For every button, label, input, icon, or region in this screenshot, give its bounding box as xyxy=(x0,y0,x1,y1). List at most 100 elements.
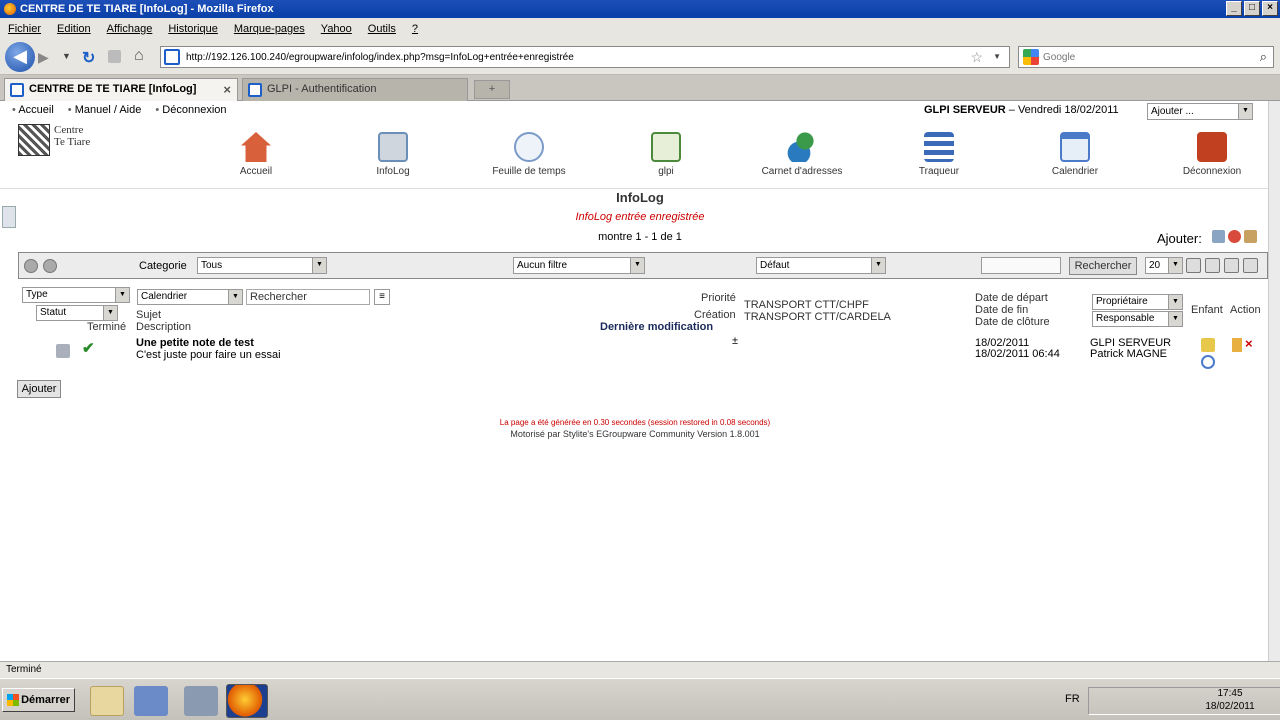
link-deconnexion[interactable]: Déconnexion xyxy=(155,104,226,116)
menu-historique[interactable]: Historique xyxy=(168,23,218,35)
search-button[interactable]: Rechercher xyxy=(1069,257,1137,275)
divider xyxy=(0,188,1280,189)
app-feuille-de-temps[interactable]: Feuille de temps xyxy=(474,132,584,177)
status-bar: Terminé xyxy=(0,661,1280,678)
add-select[interactable]: Ajouter ... ▼ xyxy=(1147,103,1253,120)
explorer-icon[interactable] xyxy=(90,686,124,716)
delete-icon[interactable]: × xyxy=(1245,337,1259,351)
search-input[interactable] xyxy=(1043,51,1243,63)
priority-header[interactable]: Priorité xyxy=(701,292,736,304)
add-child-icon[interactable] xyxy=(1201,338,1215,352)
stop-button[interactable] xyxy=(108,50,121,63)
filter-select[interactable]: Aucun filtre ▼ xyxy=(513,257,645,274)
menu-help[interactable]: ? xyxy=(412,23,418,35)
firefox-task-icon[interactable] xyxy=(226,684,268,718)
app-glpi[interactable]: glpi xyxy=(611,132,721,177)
app-traqueur[interactable]: Traqueur xyxy=(884,132,994,177)
calendar-select[interactable]: Calendrier ▼ xyxy=(137,289,243,305)
add-phone-icon[interactable] xyxy=(1228,230,1241,243)
close-date-header[interactable]: Date de clôture xyxy=(975,316,1050,328)
add-note-icon[interactable] xyxy=(1212,230,1225,243)
header-search-input[interactable]: Rechercher xyxy=(246,289,370,305)
description-header[interactable]: Description xyxy=(136,321,191,333)
default-select[interactable]: Défaut ▼ xyxy=(756,257,886,274)
timesheet-row-icon[interactable] xyxy=(1201,355,1215,369)
menu-affichage[interactable]: Affichage xyxy=(107,23,153,35)
tab-infolog[interactable]: CENTRE DE TE TIARE [InfoLog] × xyxy=(4,78,238,101)
export-icon[interactable] xyxy=(1224,258,1239,273)
chevron-down-icon: ▼ xyxy=(228,290,242,304)
menu-outils[interactable]: Outils xyxy=(368,23,396,35)
minimize-button[interactable]: _ xyxy=(1226,1,1242,16)
navigation-toolbar: ◀ ▶ ▼ ↻ ⌂ ☆ ▼ ⌕ xyxy=(0,39,1280,75)
addressbook-icon xyxy=(787,132,817,162)
clock[interactable]: 17:45 18/02/2011 xyxy=(1200,687,1260,713)
chevron-down-icon: ▼ xyxy=(871,258,885,273)
add-task-icon[interactable] xyxy=(1244,230,1257,243)
bookmark-star-icon[interactable]: ☆ xyxy=(970,49,983,66)
app-deconnexion[interactable]: Déconnexion xyxy=(1157,132,1267,177)
menu-fichier[interactable]: Fichier xyxy=(8,23,41,35)
link-accueil[interactable]: Accueil xyxy=(12,104,53,116)
reload-button[interactable]: ↻ xyxy=(82,48,95,68)
tab-glpi[interactable]: GLPI - Authentification xyxy=(242,78,468,101)
language-indicator[interactable]: FR xyxy=(1065,693,1080,705)
filter-search-input[interactable] xyxy=(981,257,1061,274)
previous-icon[interactable] xyxy=(1186,258,1201,273)
maximize-button[interactable]: □ xyxy=(1244,1,1260,16)
refresh-icon[interactable] xyxy=(24,259,38,273)
print-icon[interactable] xyxy=(1243,258,1258,273)
start-button[interactable]: Démarrer xyxy=(2,688,75,712)
edit-icon[interactable] xyxy=(1232,338,1242,352)
done-check-icon[interactable]: ✔ xyxy=(82,339,95,357)
address-bar[interactable]: ☆ ▼ xyxy=(160,46,1010,68)
app-carnet-adresses[interactable]: Carnet d'adresses xyxy=(747,132,857,177)
type-select[interactable]: Type ▼ xyxy=(22,287,130,303)
add-label: Ajouter: xyxy=(1157,231,1202,246)
note-type-icon xyxy=(56,344,70,358)
scrollbar[interactable] xyxy=(1268,101,1280,661)
search-icon[interactable]: ⌕ xyxy=(1260,49,1267,65)
owner-select[interactable]: Propriétaire ▼ xyxy=(1092,294,1183,310)
new-tab-button[interactable]: + xyxy=(474,80,510,99)
app-calendrier[interactable]: Calendrier xyxy=(1020,132,1130,177)
start-date-header[interactable]: Date de départ xyxy=(975,292,1048,304)
last-modified-header[interactable]: Dernière modification xyxy=(600,321,713,333)
forward-button[interactable]: ▶ xyxy=(38,49,49,66)
row-title[interactable]: Une petite note de test xyxy=(136,337,254,349)
chevron-down-icon: ▼ xyxy=(1168,312,1182,326)
menu-marque-pages[interactable]: Marque-pages xyxy=(234,23,305,35)
home-button[interactable]: ⌂ xyxy=(134,47,144,65)
network-tool-icon[interactable] xyxy=(184,686,218,716)
menu-yahoo[interactable]: Yahoo xyxy=(321,23,352,35)
back-button[interactable]: ◀ xyxy=(5,42,35,72)
google-icon[interactable] xyxy=(1023,49,1039,65)
responsible-select[interactable]: Responsable ▼ xyxy=(1092,311,1183,327)
category-select[interactable]: Tous ▼ xyxy=(197,257,327,274)
creation-header[interactable]: Création xyxy=(694,309,736,321)
view-icon[interactable] xyxy=(43,259,57,273)
app-accueil[interactable]: Accueil xyxy=(201,132,311,177)
subject-header[interactable]: Sujet xyxy=(136,309,161,321)
search-go-button[interactable]: ≡ xyxy=(374,289,390,305)
end-date-header[interactable]: Date de fin xyxy=(975,304,1028,316)
category-label: Categorie xyxy=(139,260,187,272)
page-size-select[interactable]: 20 ▼ xyxy=(1145,257,1183,274)
history-dropdown-icon[interactable]: ▼ xyxy=(62,51,71,61)
chevron-down-icon: ▼ xyxy=(312,258,326,273)
next-icon[interactable] xyxy=(1205,258,1220,273)
status-select[interactable]: Statut ▼ xyxy=(36,305,118,321)
link-manuel-aide[interactable]: Manuel / Aide xyxy=(68,104,142,116)
close-tab-icon[interactable]: × xyxy=(223,79,231,100)
url-dropdown-icon[interactable]: ▼ xyxy=(993,52,1001,61)
row-responsible: Patrick MAGNE xyxy=(1090,348,1168,360)
app-infolog[interactable]: InfoLog xyxy=(338,132,448,177)
done-header[interactable]: Terminé xyxy=(87,321,126,333)
menu-edition[interactable]: Edition xyxy=(57,23,91,35)
add-button[interactable]: Ajouter xyxy=(17,380,61,398)
url-input[interactable] xyxy=(186,51,946,63)
close-window-button[interactable]: × xyxy=(1262,1,1278,16)
server-name: GLPI SERVEUR xyxy=(924,104,1006,116)
search-bar[interactable]: ⌕ xyxy=(1018,46,1274,68)
media-player-icon[interactable] xyxy=(134,686,168,716)
